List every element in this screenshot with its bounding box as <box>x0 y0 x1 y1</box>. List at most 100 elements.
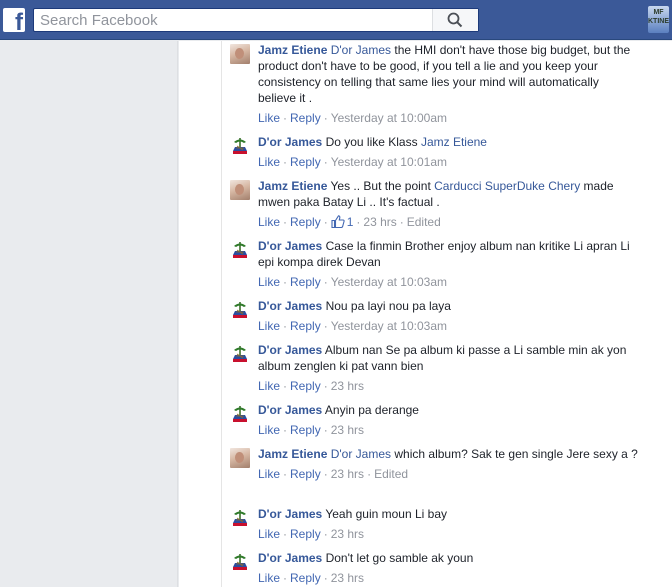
reply-button[interactable]: Reply <box>290 379 321 393</box>
facebook-logo-icon[interactable]: f <box>3 8 25 35</box>
haiti-coat-of-arms-icon <box>233 510 247 526</box>
thumbs-up-icon[interactable] <box>331 215 345 228</box>
comment-text: Do you like Klass <box>325 135 418 149</box>
comment-timestamp[interactable]: 23 hrs <box>331 423 364 437</box>
comment-timestamp[interactable]: 23 hrs <box>331 467 364 481</box>
comment-actions: Like · Reply · 23 hrs <box>258 571 365 585</box>
comment-author[interactable]: D'or James <box>258 299 322 313</box>
comment-timestamp[interactable]: Yesterday at 10:01am <box>331 155 447 169</box>
comment-mention[interactable]: D'or James <box>331 447 391 461</box>
comment: Jamz Etiene Yes .. But the point Carducc… <box>230 178 640 230</box>
top-navigation-bar: f MF KTINE <box>0 0 672 40</box>
comment-mention[interactable]: Jamz Etiene <box>421 135 487 149</box>
avatar[interactable] <box>230 44 250 64</box>
like-button[interactable]: Like <box>258 319 280 333</box>
like-button[interactable]: Like <box>258 275 280 289</box>
comment-timestamp[interactable]: Yesterday at 10:03am <box>331 275 447 289</box>
comment-text: Yeah guin moun Li bay <box>325 507 447 521</box>
search-icon <box>447 12 463 28</box>
comment-author[interactable]: D'or James <box>258 135 322 149</box>
like-button[interactable]: Like <box>258 527 280 541</box>
comment: D'or James Album nan Se pa album ki pass… <box>230 342 640 394</box>
comment-author[interactable]: Jamz Etiene <box>258 447 327 461</box>
comment-actions: Like · Reply · 23 hrs <box>258 423 365 437</box>
comment: D'or James Do you like Klass Jamz Etiene… <box>230 134 640 170</box>
reply-button[interactable]: Reply <box>290 571 321 585</box>
comment-author[interactable]: Jamz Etiene <box>258 43 327 57</box>
avatar[interactable] <box>230 552 250 572</box>
comment-author[interactable]: D'or James <box>258 403 322 417</box>
like-button[interactable]: Like <box>258 467 280 481</box>
haiti-coat-of-arms-icon <box>233 554 247 570</box>
comment-text: Don't let go samble ak youn <box>325 551 474 565</box>
reply-button[interactable]: Reply <box>290 155 321 169</box>
avatar[interactable] <box>230 508 250 528</box>
comment-timestamp[interactable]: Yesterday at 10:03am <box>331 319 447 333</box>
comment-actions: Like · Reply · 23 hrs <box>258 527 365 541</box>
comment-author[interactable]: D'or James <box>258 239 322 253</box>
comment-thread: Jamz Etiene D'or James the HMI don't hav… <box>179 41 672 587</box>
comment-author[interactable]: D'or James <box>258 343 322 357</box>
comment: D'or James Anyin pa derange Like · Reply · 2… <box>230 402 640 438</box>
like-button[interactable]: Like <box>258 111 280 125</box>
comment-author[interactable]: D'or James <box>258 551 322 565</box>
thread-divider <box>221 41 222 587</box>
comment: Jamz Etiene D'or James the HMI don't hav… <box>230 42 640 126</box>
comment-text: Nou pa layi nou pa laya <box>325 299 451 313</box>
edited-label[interactable]: Edited <box>374 467 408 481</box>
avatar[interactable] <box>230 240 250 260</box>
haiti-coat-of-arms-icon <box>233 242 247 258</box>
comment: Jamz Etiene D'or James which album? Sak … <box>230 446 640 482</box>
haiti-coat-of-arms-icon <box>233 346 247 362</box>
comment-actions: Like · Reply · Yesterday at 10:00am <box>258 111 448 125</box>
comment-text: which album? Sak te gen single Jere sexy… <box>394 447 638 461</box>
comment-actions: Like · Reply · Yesterday at 10:01am <box>258 155 448 169</box>
comment-actions: Like · Reply · 23 hrs <box>258 379 365 393</box>
comment-timestamp[interactable]: 23 hrs <box>331 527 364 541</box>
comment-mention[interactable]: Carducci SuperDuke Chery <box>434 179 580 193</box>
reply-button[interactable]: Reply <box>290 319 321 333</box>
comment-mention[interactable]: D'or James <box>331 43 391 57</box>
like-button[interactable]: Like <box>258 571 280 585</box>
comment-author[interactable]: Jamz Etiene <box>258 179 327 193</box>
reply-button[interactable]: Reply <box>290 467 321 481</box>
comment-actions: Like · Reply · 1 · 23 hrs · Edited <box>258 215 441 229</box>
like-button[interactable]: Like <box>258 215 280 229</box>
edited-label[interactable]: Edited <box>407 215 441 229</box>
comment-timestamp[interactable]: 23 hrs <box>331 379 364 393</box>
search-box <box>33 8 479 32</box>
avatar[interactable] <box>230 344 250 364</box>
comment-text: Yes .. But the point <box>330 179 431 193</box>
left-column <box>0 41 178 587</box>
comment: D'or James Don't let go samble ak youn L… <box>230 550 640 586</box>
comment: D'or James Yeah guin moun Li bay Like · Re… <box>230 506 640 542</box>
page-badge-icon[interactable]: MF KTINE <box>648 6 669 33</box>
reply-button[interactable]: Reply <box>290 527 321 541</box>
comment-actions: Like · Reply · Yesterday at 10:03am <box>258 319 448 333</box>
like-button[interactable]: Like <box>258 155 280 169</box>
haiti-coat-of-arms-icon <box>233 302 247 318</box>
avatar[interactable] <box>230 448 250 468</box>
comment-text: Anyin pa derange <box>324 403 419 417</box>
comment-actions: Like · Reply · 23 hrs · Edited <box>258 467 409 481</box>
reply-button[interactable]: Reply <box>290 275 321 289</box>
like-button[interactable]: Like <box>258 423 280 437</box>
haiti-coat-of-arms-icon <box>233 138 247 154</box>
comment-actions: Like · Reply · Yesterday at 10:03am <box>258 275 448 289</box>
comment-author[interactable]: D'or James <box>258 507 322 521</box>
search-button[interactable] <box>432 9 478 31</box>
comment-timestamp[interactable]: 23 hrs <box>331 571 364 585</box>
reply-button[interactable]: Reply <box>290 111 321 125</box>
avatar[interactable] <box>230 404 250 424</box>
reply-button[interactable]: Reply <box>290 215 321 229</box>
avatar[interactable] <box>230 180 250 200</box>
comment-timestamp[interactable]: 23 hrs <box>363 215 396 229</box>
search-input[interactable] <box>34 9 444 31</box>
comment-timestamp[interactable]: Yesterday at 10:00am <box>331 111 447 125</box>
reply-button[interactable]: Reply <box>290 423 321 437</box>
like-button[interactable]: Like <box>258 379 280 393</box>
comment: D'or James Nou pa layi nou pa laya Like ·… <box>230 298 640 334</box>
avatar[interactable] <box>230 136 250 156</box>
haiti-coat-of-arms-icon <box>233 406 247 422</box>
avatar[interactable] <box>230 300 250 320</box>
